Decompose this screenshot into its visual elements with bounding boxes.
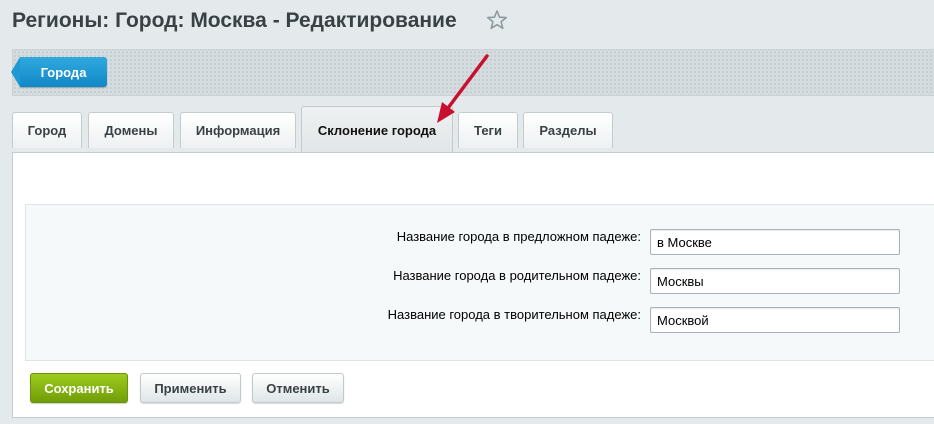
tab-info[interactable]: Информация (180, 112, 296, 148)
genitive-label: Название города в родительном падеже: (393, 268, 641, 283)
apply-button[interactable]: Применить (140, 373, 241, 403)
instrumental-label: Название города в творительном падеже: (387, 307, 641, 322)
save-button[interactable]: Сохранить (30, 373, 128, 403)
star-icon[interactable] (486, 9, 508, 31)
tab-sections[interactable]: Разделы (523, 112, 613, 148)
tab-city-declension[interactable]: Склонение города (301, 106, 453, 153)
cancel-button[interactable]: Отменить (252, 373, 344, 403)
tab-city[interactable]: Город (12, 112, 82, 148)
genitive-input[interactable] (650, 268, 900, 294)
tab-tags[interactable]: Теги (458, 112, 518, 148)
prepositional-input[interactable] (650, 229, 900, 255)
prepositional-label: Название города в предложном падеже: (396, 229, 641, 244)
tab-domains[interactable]: Домены (88, 112, 174, 148)
context-toolbar (12, 49, 934, 96)
back-to-cities-button[interactable]: Города (11, 57, 107, 87)
page-title: Регионы: Город: Москва - Редактирование (12, 9, 457, 32)
instrumental-input[interactable] (650, 307, 900, 333)
